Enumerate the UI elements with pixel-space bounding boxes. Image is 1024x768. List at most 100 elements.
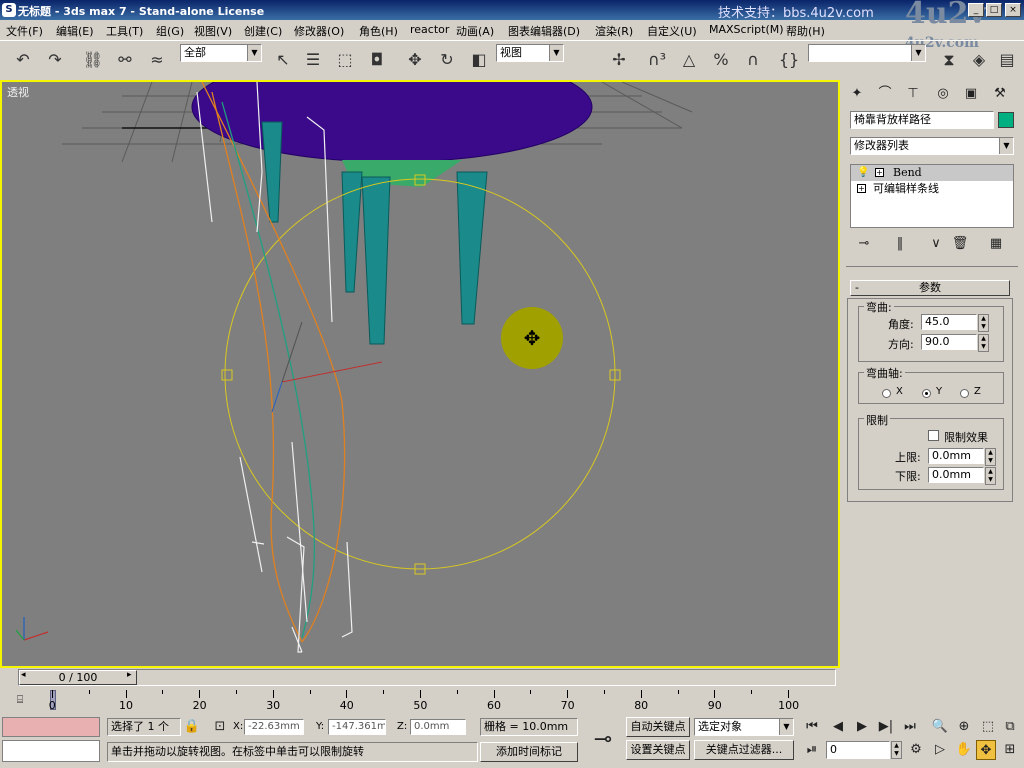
key-mode-toggle-icon[interactable]: ⏯	[802, 740, 822, 760]
show-end-result-icon[interactable]: ‖	[890, 234, 910, 254]
field-of-view-icon[interactable]: ▷	[930, 740, 950, 760]
menu-modifiers[interactable]: 修改器(O)	[294, 23, 344, 39]
create-tab-icon[interactable]: ✦	[847, 84, 867, 104]
menu-tools[interactable]: 工具(T)	[106, 23, 143, 39]
key-filters-button[interactable]: 关键点过滤器...	[694, 740, 794, 760]
limit-effect-checkbox[interactable]	[928, 430, 939, 441]
next-frame-icon[interactable]: ▶|	[876, 717, 896, 737]
display-tab-icon[interactable]: ▣	[961, 84, 981, 104]
modifier-list-dropdown[interactable]: 修改器列表 ▼	[850, 137, 1014, 155]
play-icon[interactable]: ▶	[852, 717, 872, 737]
utilities-tab-icon[interactable]: ⚒	[990, 84, 1010, 104]
maxscript-listener-mini[interactable]	[2, 717, 100, 737]
key-mode-dropdown[interactable]: 选定对象 ▼	[694, 718, 794, 736]
go-to-start-icon[interactable]: ⏮	[802, 717, 822, 737]
rotate-icon[interactable]: ↻	[434, 47, 460, 73]
set-key-button[interactable]: 设置关键点	[626, 740, 690, 760]
key-icon[interactable]: ⊸	[584, 718, 622, 762]
select-object-icon[interactable]: ↖	[270, 47, 296, 73]
menu-view[interactable]: 视图(V)	[194, 23, 232, 39]
align-icon[interactable]: ◈	[966, 47, 992, 73]
app-icon[interactable]: S	[2, 3, 16, 17]
absolute-mode-icon[interactable]: ⊡	[210, 717, 230, 737]
upper-limit-input[interactable]: 0.0mm	[928, 448, 984, 464]
perspective-viewport[interactable]: ✥ 透视	[0, 80, 840, 668]
direction-spinner[interactable]: ▲ ▼	[978, 334, 989, 352]
menu-maxscript[interactable]: MAXScript(M)	[709, 23, 784, 36]
object-name-field[interactable]: 椅靠背放样路径	[850, 111, 994, 129]
percent-snap-icon[interactable]: %	[708, 47, 734, 73]
undo-icon[interactable]: ↶	[10, 47, 36, 73]
current-frame-spinner[interactable]: ▲ ▼	[891, 741, 902, 759]
motion-tab-icon[interactable]: ◎	[933, 84, 953, 104]
gizmo-handles[interactable]	[221, 174, 621, 575]
z-coord-input[interactable]: 0.0mm	[410, 719, 466, 735]
y-coord-input[interactable]: -147.361m	[328, 719, 386, 735]
menu-create[interactable]: 创建(C)	[244, 23, 282, 39]
angle-input[interactable]: 45.0	[921, 314, 977, 330]
menu-graph-editors[interactable]: 图表编辑器(D)	[508, 23, 580, 39]
stack-item-bend[interactable]: 💡 + Bend	[851, 165, 1013, 181]
zoom-extents-icon[interactable]: ⬚	[978, 717, 998, 737]
remove-modifier-icon[interactable]: 🗑	[950, 234, 970, 254]
lower-limit-input[interactable]: 0.0mm	[928, 467, 984, 483]
redo-icon[interactable]: ↷	[42, 47, 68, 73]
link-icon[interactable]: ⛓	[80, 47, 106, 73]
reference-coordinate-dropdown[interactable]: 视图 ▼	[496, 44, 564, 62]
selection-filter-dropdown[interactable]: 全部 ▼	[180, 44, 262, 62]
menu-animation[interactable]: 动画(A)	[456, 23, 494, 39]
pivot-icon[interactable]: ✢	[606, 47, 632, 73]
previous-frame-icon[interactable]: ◀	[828, 717, 848, 737]
minimize-button[interactable]: _	[968, 3, 984, 17]
parameters-rollout-header[interactable]: - 参数	[850, 280, 1010, 296]
snap-3d-icon[interactable]: ∩³	[644, 47, 670, 73]
move-icon[interactable]: ✥	[402, 47, 428, 73]
bind-space-warp-icon[interactable]: ≈	[144, 47, 170, 73]
spinner-snap-icon[interactable]: ∩	[740, 47, 766, 73]
menu-character[interactable]: 角色(H)	[359, 23, 398, 39]
menu-group[interactable]: 组(G)	[156, 23, 184, 39]
configure-modifier-sets-icon[interactable]: ▦	[986, 234, 1006, 254]
modify-tab-icon[interactable]: ⌒	[875, 84, 895, 104]
scale-icon[interactable]: ◧	[466, 47, 492, 73]
angle-spinner[interactable]: ▲ ▼	[978, 314, 989, 332]
axis-y-radio[interactable]	[922, 389, 931, 398]
menu-rendering[interactable]: 渲染(R)	[595, 23, 633, 39]
pan-icon[interactable]: ✋	[954, 740, 974, 760]
stack-item-editable-spline[interactable]: + 可编辑样条线	[851, 181, 1013, 197]
hierarchy-tab-icon[interactable]: ⊤	[903, 84, 923, 104]
axis-x-radio[interactable]	[882, 389, 891, 398]
chevron-left-icon[interactable]: ◂	[21, 670, 26, 680]
menu-file[interactable]: 文件(F)	[6, 23, 43, 39]
maximize-button[interactable]: □	[986, 3, 1002, 17]
x-coord-input[interactable]: -22.63mm	[244, 719, 304, 735]
unlink-icon[interactable]: ⚯	[112, 47, 138, 73]
time-configuration-icon[interactable]: ⚙	[906, 740, 926, 760]
lock-selection-icon[interactable]: 🔒	[182, 717, 202, 737]
lower-limit-spinner[interactable]: ▲ ▼	[985, 467, 996, 485]
rotate-gizmo-circle[interactable]	[224, 178, 616, 570]
arc-rotate-icon[interactable]: ✥	[976, 740, 996, 760]
table-top[interactable]	[191, 82, 593, 163]
add-time-tag-button[interactable]: 添加时间标记	[480, 742, 578, 762]
select-by-name-icon[interactable]: ☰	[300, 47, 326, 73]
close-button[interactable]: ×	[1005, 3, 1021, 17]
auto-key-button[interactable]: 自动关键点	[626, 717, 690, 737]
region-select-icon[interactable]: ⬚	[332, 47, 358, 73]
zoom-extents-all-icon[interactable]: ⧉	[1000, 717, 1020, 737]
time-slider[interactable]: 0 / 100 ◂ ▸	[18, 669, 836, 686]
angle-snap-icon[interactable]: △	[676, 47, 702, 73]
make-unique-icon[interactable]: ∨	[926, 234, 946, 254]
expand-icon[interactable]: +	[875, 168, 884, 177]
maximize-viewport-icon[interactable]: ⊞	[1000, 740, 1020, 760]
time-slider-thumb[interactable]: 0 / 100	[19, 670, 137, 685]
object-color-swatch[interactable]	[998, 112, 1014, 128]
zoom-all-icon[interactable]: ⊕	[954, 717, 974, 737]
axis-z-radio[interactable]	[960, 389, 969, 398]
current-frame-input[interactable]: 0	[826, 741, 890, 759]
track-bar[interactable]: ⌸ 0 10 20 30 40 50 60 70 80 90 100	[0, 690, 840, 714]
go-to-end-icon[interactable]: ⏭	[900, 717, 920, 737]
menu-customize[interactable]: 自定义(U)	[647, 23, 697, 39]
expand-icon[interactable]: +	[857, 184, 866, 193]
chevron-right-icon[interactable]: ▸	[127, 670, 132, 680]
